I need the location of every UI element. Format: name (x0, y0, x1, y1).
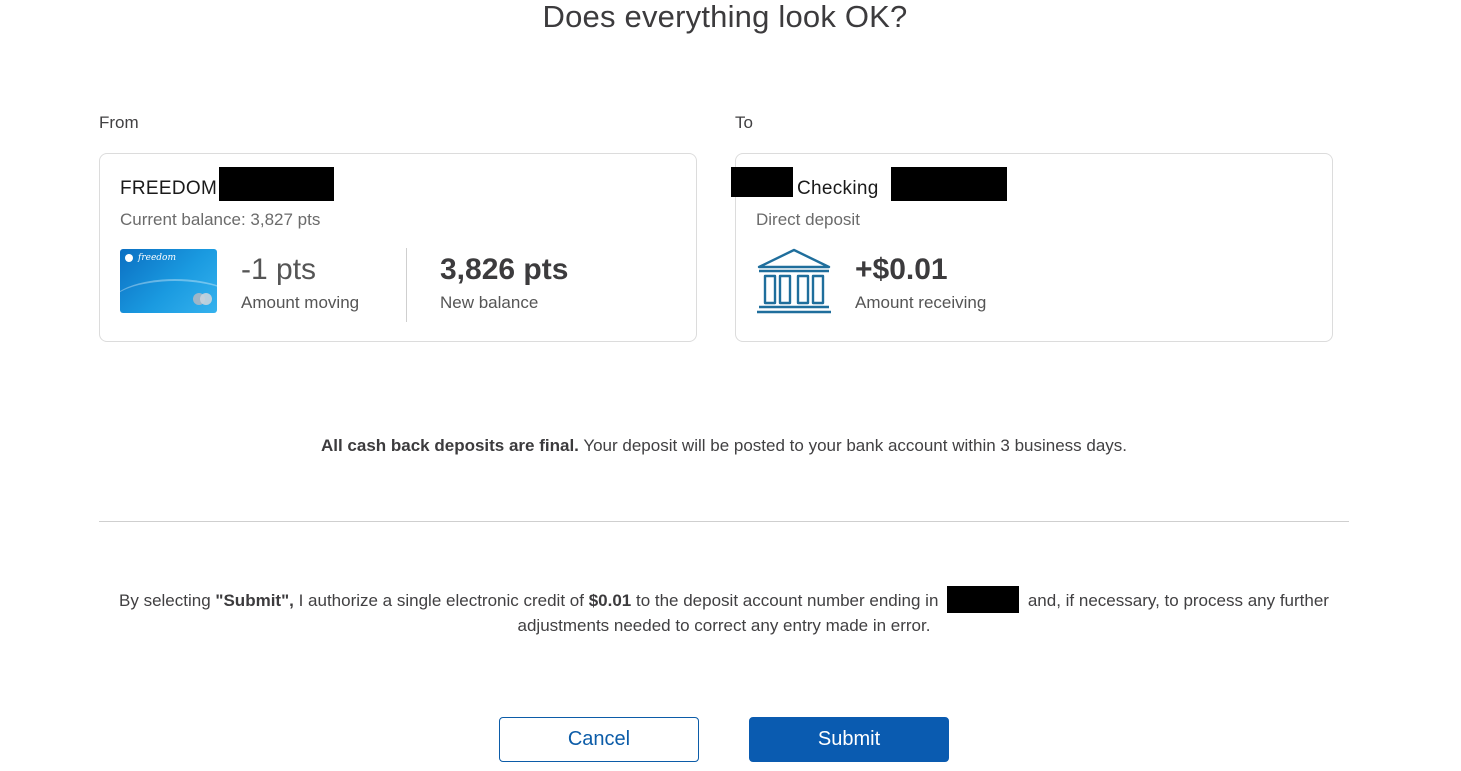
auth-submit-word: "Submit", (215, 591, 294, 610)
from-account-card: FREEDOM Current balance: 3,827 pts freed… (99, 153, 697, 342)
submit-button[interactable]: Submit (749, 717, 949, 762)
redacted-block (219, 167, 334, 201)
deposit-notice: All cash back deposits are final. Your d… (0, 436, 1448, 456)
amount-receiving-value: +$0.01 (855, 253, 948, 286)
vertical-divider (406, 248, 407, 322)
section-divider (99, 521, 1349, 522)
from-account-name: FREEDOM (120, 178, 218, 199)
auth-after-amount: to the deposit account number ending in (635, 591, 944, 610)
to-label: To (735, 113, 753, 132)
amount-receiving-label: Amount receiving (855, 293, 987, 312)
redacted-block (731, 167, 793, 197)
cancel-button[interactable]: Cancel (499, 717, 699, 762)
auth-amount: $0.01 (588, 591, 632, 610)
to-account-card: Checking Direct deposit +$0.01 Amount re… (731, 153, 1333, 342)
credit-card-image: freedom (120, 249, 217, 313)
bank-icon (757, 248, 831, 314)
from-label: From (99, 113, 139, 132)
card-logo-dot-icon (125, 253, 133, 262)
card-logo: freedom (125, 253, 176, 263)
to-account-type: Direct deposit (756, 210, 860, 229)
deposit-notice-bold: All cash back deposits are final. (320, 436, 579, 455)
new-balance-label: New balance (440, 293, 539, 312)
card-network-icon-overlay (200, 293, 212, 305)
redacted-block (947, 586, 1020, 613)
to-account-name: Checking (797, 178, 879, 199)
auth-prefix: By selecting (119, 591, 216, 610)
from-current-balance: Current balance: 3,827 pts (120, 210, 321, 229)
deposit-notice-text: Your deposit will be posted to your bank… (578, 436, 1128, 455)
redacted-block (891, 167, 1007, 201)
authorization-text: By selecting "Submit", I authorize a sin… (96, 586, 1352, 638)
card-logo-text: freedom (138, 253, 176, 263)
amount-moving-value: -1 pts (241, 253, 317, 286)
new-balance-value: 3,826 pts (440, 253, 569, 286)
amount-moving-label: Amount moving (241, 293, 360, 312)
page-title: Does everything look OK? (542, 0, 908, 34)
auth-middle: I authorize a single electronic credit o… (293, 591, 589, 610)
